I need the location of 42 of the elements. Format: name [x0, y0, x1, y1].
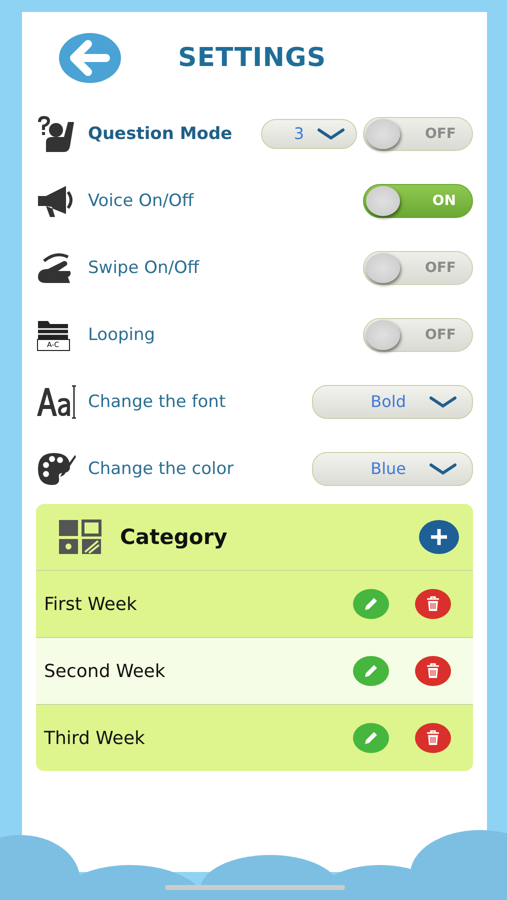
- toggle-switch[interactable]: ON: [363, 184, 473, 218]
- chevron-down-icon: [428, 394, 458, 408]
- category-name: Third Week: [44, 728, 146, 748]
- setting-label: Swipe On/Off: [88, 258, 200, 278]
- dropdown[interactable]: Bold: [312, 384, 473, 418]
- category-row[interactable]: Second Week: [36, 637, 473, 704]
- chevron-down-icon: [428, 462, 458, 476]
- text-cursor-icon: [36, 384, 76, 420]
- setting-label: Question Mode: [88, 124, 232, 144]
- add-button[interactable]: [419, 520, 459, 554]
- dropdown[interactable]: 3: [261, 118, 357, 148]
- edit-button[interactable]: [353, 589, 389, 619]
- setting-label: Change the font: [88, 392, 226, 412]
- palette-icon: [36, 450, 76, 486]
- back-button[interactable]: [58, 32, 122, 84]
- delete-button[interactable]: [415, 723, 451, 753]
- question-person-icon: [36, 116, 76, 152]
- trash-icon: [426, 730, 440, 746]
- category-grid-icon: [58, 519, 102, 555]
- toggle-switch[interactable]: OFF: [363, 116, 473, 150]
- dropdown[interactable]: Blue: [312, 452, 473, 486]
- delete-button[interactable]: [415, 656, 451, 686]
- edit-button[interactable]: [353, 723, 389, 753]
- page-title: SETTINGS: [178, 43, 326, 73]
- trash-icon: [426, 663, 440, 679]
- setting-label: Change the color: [88, 458, 234, 478]
- category-name: Second Week: [44, 660, 166, 682]
- trash-icon: [426, 596, 440, 612]
- chevron-down-icon: [316, 126, 346, 140]
- category-title: Category: [120, 525, 228, 549]
- toggle-switch[interactable]: OFF: [363, 250, 473, 284]
- edit-button[interactable]: [353, 656, 389, 686]
- category-name: First Week: [44, 594, 138, 614]
- toggle-switch[interactable]: OFF: [363, 318, 473, 352]
- setting-label: Voice On/Off: [88, 190, 194, 210]
- pencil-icon: [363, 663, 379, 679]
- setting-label: Looping: [88, 324, 156, 344]
- delete-button[interactable]: [415, 589, 451, 619]
- pencil-icon: [363, 596, 379, 612]
- category-row[interactable]: Third Week: [36, 704, 473, 771]
- plus-icon: [429, 527, 449, 547]
- pencil-icon: [363, 730, 379, 746]
